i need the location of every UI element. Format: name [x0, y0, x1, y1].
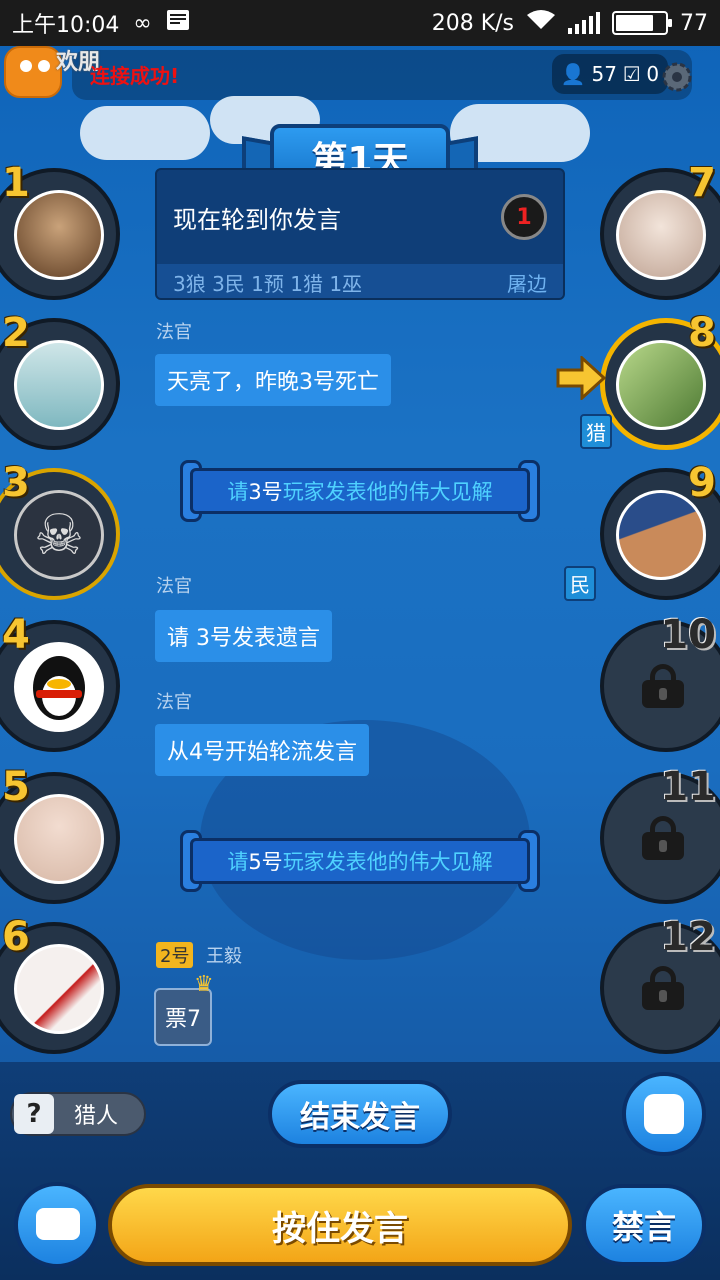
hold-to-speak-button[interactable]: 按住发言 [108, 1184, 572, 1266]
crown-icon: ♛ [194, 972, 214, 997]
status-bar: 上午10:04 ∞ 208 K/s 77 [0, 0, 720, 46]
seat-number: 2 [2, 310, 30, 356]
lock-icon [642, 816, 684, 860]
alarm-clock-timer: 1 [501, 194, 547, 240]
win-rule: 屠边 [507, 271, 547, 296]
seat-2[interactable]: 2 [0, 310, 132, 450]
status-time: 上午10:04 [12, 13, 120, 38]
lock-icon [642, 664, 684, 708]
chat-message: 请 3号发表遗言 [155, 610, 332, 662]
seat-number: 5 [2, 764, 30, 810]
cloud-decoration [80, 106, 210, 160]
seat-6[interactable]: 6 [0, 914, 132, 1054]
turn-info-panel: 现在轮到你发言 1 3狼 3民 1预 1猎 1巫 屠边 [155, 168, 565, 300]
judge-label: 法官 [156, 576, 192, 597]
ready-check-icon: ☑ [622, 62, 641, 86]
battery-level: 77 [680, 10, 708, 36]
seat-number: 6 [2, 914, 30, 960]
seat-11-locked[interactable]: 11 [588, 764, 720, 904]
roles-summary: 3狼 3民 1预 1猎 1巫 [173, 271, 363, 296]
turn-message: 现在轮到你发言 [173, 205, 341, 234]
mute-button[interactable]: 禁言 [582, 1184, 706, 1266]
role-tag-hunter: 猎 [580, 414, 612, 449]
seat-number: 11 [660, 764, 716, 810]
sender-name: 王毅 [206, 946, 242, 967]
system-scroll-message: 请 5号 玩家 发表他的伟大见解 [180, 830, 540, 892]
seat-7[interactable]: 7 [588, 160, 720, 300]
role-help-button[interactable]: ? 猎人 [10, 1092, 146, 1136]
seat-5[interactable]: 5 [0, 764, 132, 904]
net-speed: 208 K/s [431, 10, 514, 36]
news-icon [166, 9, 190, 37]
chat-button[interactable] [14, 1182, 100, 1268]
seat-3-dead[interactable]: ☠ 3 [0, 460, 132, 600]
battery-icon [612, 11, 672, 35]
room-counts: 👤 57 ☑ 0 [552, 54, 668, 94]
seat-10-locked[interactable]: 10 [588, 612, 720, 752]
seat-4[interactable]: 4 [0, 612, 132, 752]
seat-number: 10 [660, 612, 716, 658]
system-scroll-message: 请 3号 玩家 发表他的伟大见解 [180, 460, 540, 522]
current-speaker-arrow-icon [556, 354, 607, 402]
seat-1[interactable]: 1 [0, 160, 132, 300]
infinity-icon: ∞ [133, 10, 152, 36]
role-tag-villager: 民 [564, 566, 596, 601]
seat-9[interactable]: 9 民 [564, 460, 720, 601]
sender-seat-badge: 2号 [156, 942, 194, 968]
seat-number: 8 [688, 310, 716, 356]
end-speech-button[interactable]: 结束发言 [268, 1080, 452, 1148]
judge-label: 法官 [156, 692, 192, 713]
gear-icon[interactable] [658, 58, 696, 96]
chat-message: 天亮了，昨晚3号死亡 [155, 354, 391, 406]
seat-8-current[interactable]: 8 猎 [580, 310, 720, 450]
seat-12-locked[interactable]: 12 [588, 914, 720, 1054]
connection-status: 连接成功! [90, 64, 180, 88]
wifi-icon [526, 9, 556, 37]
smiley-icon [644, 1094, 684, 1134]
chat-message: 从4号开始轮流发言 [155, 724, 369, 776]
lock-icon [642, 966, 684, 1010]
help-icon: ? [14, 1094, 54, 1134]
seat-number: 3 [2, 460, 30, 506]
seat-number: 4 [2, 612, 30, 658]
judge-label: 法官 [156, 322, 192, 343]
chat-bubble-icon [36, 1208, 80, 1240]
emoji-button[interactable] [622, 1072, 706, 1156]
my-role: 猎人 [74, 1104, 119, 1129]
seat-number: 7 [688, 160, 716, 206]
people-icon: 👤 [560, 62, 586, 86]
signal-icon [568, 12, 600, 34]
seat-number: 1 [2, 160, 30, 206]
online-count: 57 [591, 62, 617, 86]
seat-number: 9 [688, 460, 716, 506]
app-logo-icon[interactable] [4, 46, 62, 98]
seat-number: 12 [660, 914, 716, 960]
